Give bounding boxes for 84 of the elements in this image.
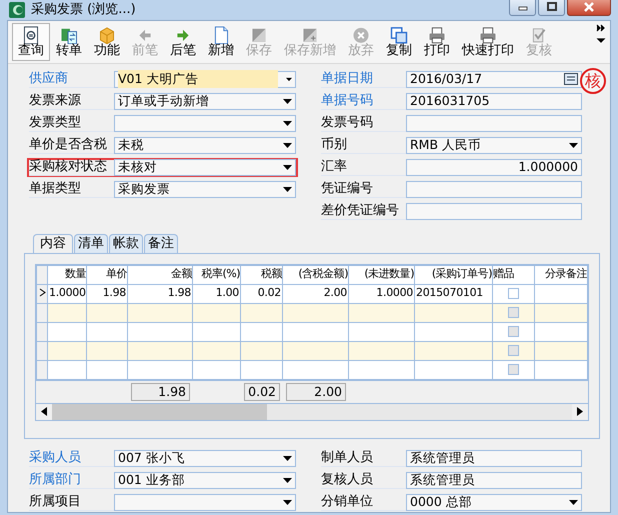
total-cell: 1.98 (131, 382, 190, 400)
document-search-icon (21, 26, 41, 44)
dropdown-arrow-icon (283, 500, 292, 504)
dropdown-arrow-icon (283, 98, 292, 104)
table-cell: 1.98 (86, 284, 128, 303)
table-cell: 1.0000 (348, 284, 414, 303)
toolbar-button[interactable]: 打印 (418, 22, 456, 60)
toolbar-button[interactable]: 新增 (202, 22, 240, 60)
column-header: 税率(%) (192, 265, 240, 284)
toolbar-button[interactable]: 后笔 (164, 22, 202, 60)
column-header: 分录备注 (534, 265, 588, 284)
input-field[interactable] (406, 180, 582, 198)
tab[interactable]: 帐款 (109, 234, 143, 252)
box-icon (97, 26, 117, 44)
input-field[interactable]: 2016031705 (406, 92, 582, 110)
toolbar-button[interactable]: 查询 (12, 22, 50, 60)
column-header: (未进数量) (348, 265, 414, 284)
dropdown-arrow-icon (283, 186, 292, 192)
dropdown-field[interactable]: 未核对 (114, 158, 296, 176)
toolbar-button[interactable]: 复制 (380, 22, 418, 60)
input-field[interactable] (406, 202, 582, 220)
dropdown-field[interactable]: 未税 (114, 136, 296, 154)
minimize-button[interactable] (509, 0, 536, 16)
input-field[interactable] (406, 114, 582, 132)
dropdown-field[interactable] (114, 494, 296, 510)
column-header: (含税金额) (282, 265, 348, 284)
column-header: 赠品 (492, 265, 534, 284)
printer-icon (478, 26, 498, 44)
toolbar-button[interactable]: 快速打印 (456, 22, 520, 60)
dropdown-field[interactable]: 0000 总部 (406, 494, 582, 510)
toolbar-button[interactable]: 功能 (88, 22, 126, 60)
current-row-icon (38, 288, 46, 297)
column-header: (采购订单号) (414, 265, 492, 284)
dropdown-field[interactable]: 001 业务部 (114, 472, 296, 488)
input-field[interactable]: 1.000000 (406, 158, 582, 176)
table-cell: 0.02 (240, 284, 282, 303)
tab[interactable]: 内容 (33, 234, 73, 252)
input-field[interactable]: 系统管理员 (406, 472, 582, 488)
close-button[interactable] (567, 0, 611, 16)
dropdown-arrow-icon (283, 164, 292, 170)
dropdown-field[interactable] (114, 114, 296, 132)
dropdown-arrow-icon (283, 142, 292, 148)
printer-icon (427, 26, 447, 44)
input-field[interactable]: 系统管理员 (406, 450, 582, 466)
review-stamp: 核 (580, 68, 606, 94)
table-cell: 1.00 (192, 284, 240, 303)
tab[interactable]: 备注 (144, 234, 178, 252)
dropdown-arrow-icon (283, 478, 292, 482)
dropdown-arrow-icon (283, 120, 292, 126)
cancel-icon (351, 26, 371, 44)
total-cell: 0.02 (244, 382, 280, 400)
overflow-chevron-icon[interactable] (596, 22, 606, 42)
table-cell: 1.0000 (48, 284, 86, 303)
dropdown-arrow-icon (286, 76, 292, 82)
dropdown-field[interactable]: 订单或手动新增 (114, 92, 296, 110)
dropdown-field[interactable]: RMB 人民币 (406, 136, 582, 154)
dropdown-arrow-icon (569, 500, 578, 504)
tab[interactable]: 清单 (74, 234, 108, 252)
scroll-left-icon (41, 407, 47, 416)
close-icon (583, 2, 595, 12)
copy-icon (389, 26, 409, 44)
checkbox[interactable] (508, 288, 519, 299)
toolbar-button[interactable]: 转单 (50, 22, 88, 60)
column-header: 数量 (48, 265, 86, 284)
table-cell: 1.98 (128, 284, 192, 303)
window-title: 采购发票 (浏览...) (31, 1, 136, 19)
dropdown-field[interactable]: 采购发票 (114, 180, 296, 198)
scroll-right-icon (577, 407, 583, 416)
maximize-button[interactable] (538, 0, 565, 16)
table-cell: 2015070101 (414, 284, 492, 303)
dropdown-arrow-icon (283, 456, 292, 460)
column-header: 金额 (128, 265, 192, 284)
calendar-icon (564, 73, 578, 85)
column-header: 单价 (86, 265, 128, 284)
horizontal-scrollbar[interactable] (36, 402, 588, 420)
dropdown-field[interactable]: V01 大明广告 (114, 70, 296, 88)
column-header: 税额 (240, 265, 282, 284)
date-field[interactable]: 2016/03/17 (406, 70, 582, 88)
maximize-icon (546, 2, 556, 12)
table-cell: 2.00 (282, 284, 348, 303)
dropdown-arrow-icon (569, 142, 578, 148)
app-icon (9, 2, 25, 18)
total-cell: 2.00 (286, 382, 346, 400)
dropdown-field[interactable]: 007 张小飞 (114, 450, 296, 466)
